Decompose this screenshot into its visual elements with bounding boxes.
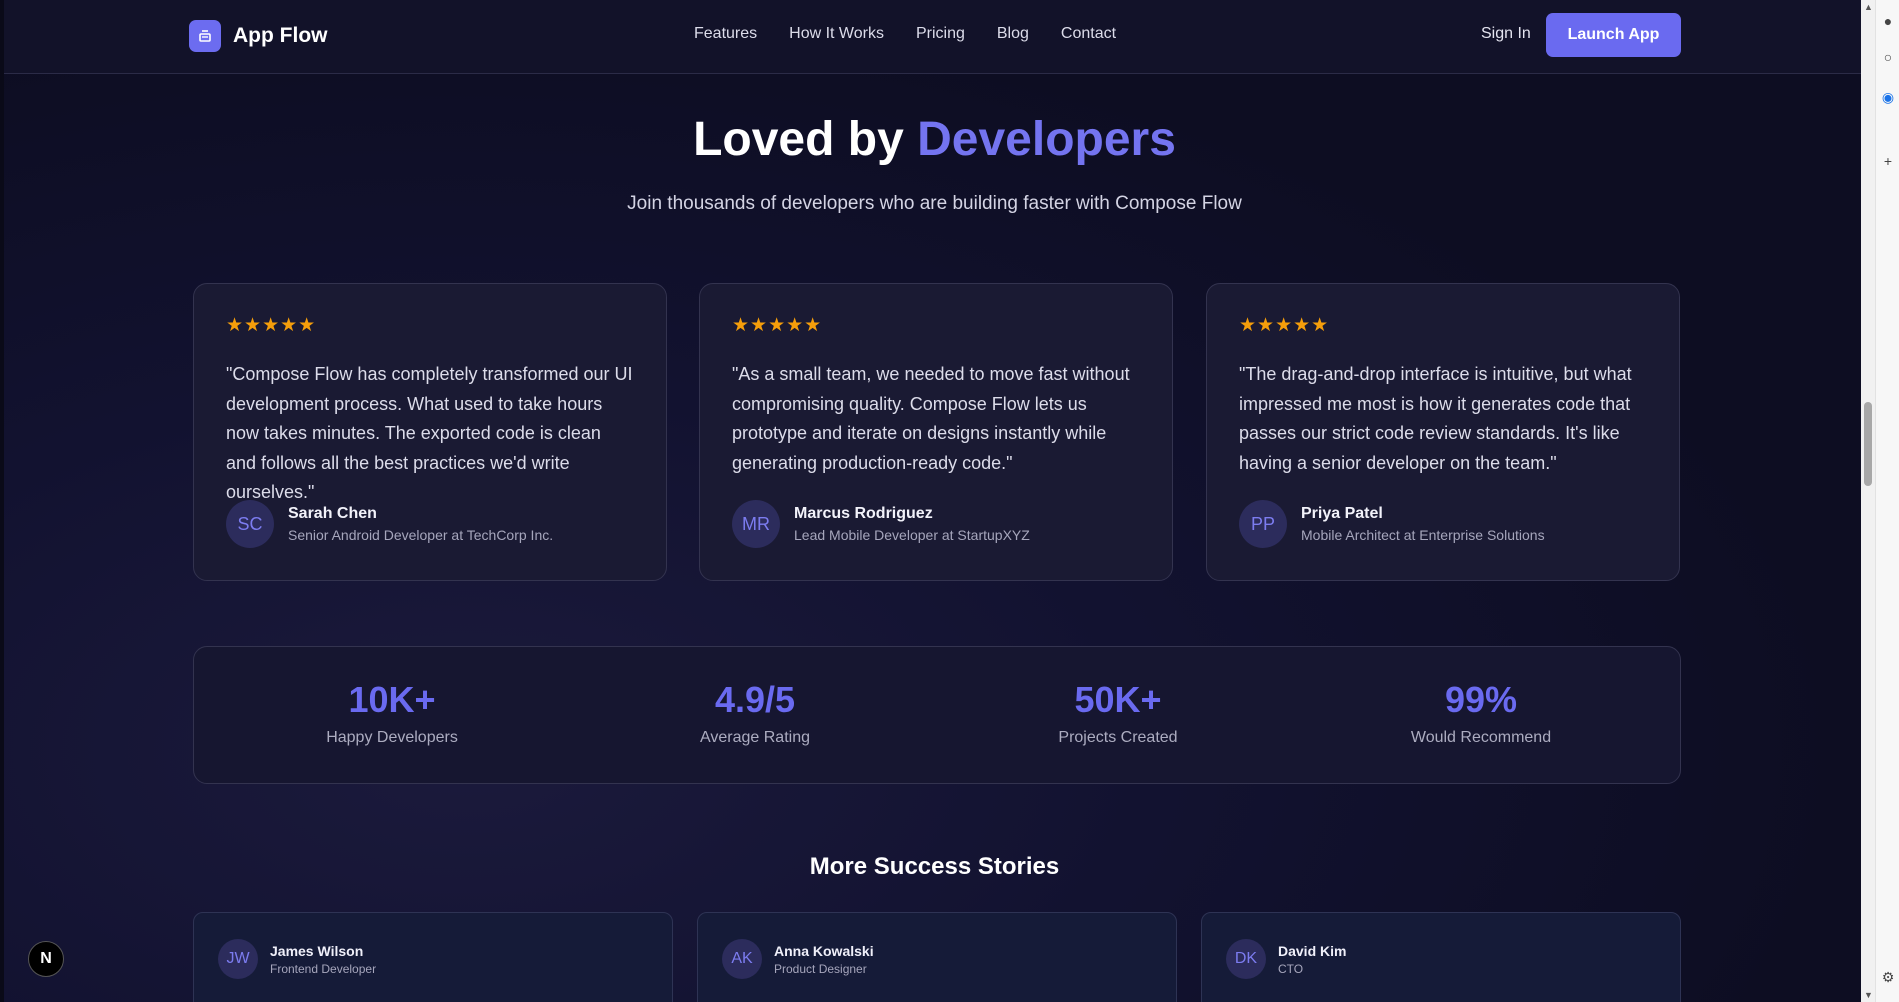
profile-icon[interactable]: ● — [1879, 12, 1897, 30]
story-author-name: James Wilson — [270, 942, 364, 959]
story-author-role: Frontend Developer — [270, 961, 377, 976]
author-name: Marcus Rodriguez — [794, 505, 933, 522]
scrollbar-thumb[interactable] — [1864, 402, 1872, 486]
story-author-name: David Kim — [1278, 942, 1347, 959]
app-logo-icon — [189, 20, 221, 52]
settings-icon[interactable]: ⚙ — [1879, 968, 1897, 986]
brand-logo[interactable]: App Flow — [189, 20, 327, 52]
author-role: Lead Mobile Developer at StartupXYZ — [794, 527, 1030, 543]
stats-panel: 10K+ Happy Developers 4.9/5 Average Rati… — [193, 646, 1681, 784]
stat-label: Would Recommend — [1410, 729, 1552, 746]
stat-value: 4.9/5 — [714, 679, 796, 720]
avatar: SC — [226, 500, 274, 548]
section-title-prefix: Loved by — [693, 113, 904, 166]
nav-link-how-it-works[interactable]: How It Works — [789, 25, 884, 43]
avatar: DK — [1226, 939, 1266, 979]
nav-link-blog[interactable]: Blog — [997, 25, 1029, 43]
nav-link-contact[interactable]: Contact — [1061, 25, 1116, 43]
section-title-accent: Developers — [917, 113, 1176, 166]
story-author: DK David Kim CTO — [1226, 939, 1656, 979]
rating-stars-icon: ★★★★★ — [1239, 315, 1330, 336]
scroll-down-arrow-icon[interactable]: ▼ — [1864, 991, 1873, 1000]
testimonial-quote: "The drag-and-drop interface is intuitiv… — [1239, 364, 1632, 473]
story-card[interactable]: DK David Kim CTO — [1201, 912, 1681, 1002]
nav-link-features[interactable]: Features — [694, 25, 757, 43]
brand-name: App Flow — [233, 24, 328, 47]
testimonial-card: ★★★★★ "Compose Flow has completely trans… — [193, 283, 667, 581]
author-name: Priya Patel — [1301, 505, 1383, 522]
stat-label: Average Rating — [700, 729, 810, 746]
stat-projects-created: 50K+ Projects Created — [968, 679, 1268, 747]
testimonial-author: PP Priya Patel Mobile Architect at Enter… — [1239, 500, 1545, 548]
story-author: AK Anna Kowalski Product Designer — [722, 939, 1152, 979]
stat-happy-developers: 10K+ Happy Developers — [242, 679, 542, 747]
top-nav: App Flow Features How It Works Pricing B… — [4, 0, 1861, 74]
stat-label: Projects Created — [1058, 729, 1178, 746]
launch-app-button[interactable]: Launch App — [1546, 13, 1681, 57]
stat-label: Happy Developers — [326, 729, 458, 746]
testimonial-quote: "As a small team, we needed to move fast… — [732, 364, 1130, 473]
avatar: JW — [218, 939, 258, 979]
section-subtitle: Join thousands of developers who are bui… — [627, 193, 1242, 214]
author-name: Sarah Chen — [288, 505, 377, 522]
story-card[interactable]: JW James Wilson Frontend Developer — [193, 912, 673, 1002]
avatar: MR — [732, 500, 780, 548]
nav-links: Features How It Works Pricing Blog Conta… — [694, 25, 1148, 43]
stat-value: 99% — [1444, 679, 1518, 720]
stat-would-recommend: 99% Would Recommend — [1331, 679, 1631, 747]
story-card[interactable]: AK Anna Kowalski Product Designer — [697, 912, 1177, 1002]
page-scrollbar[interactable]: ▲ ▼ — [1861, 0, 1875, 1002]
rating-stars-icon: ★★★★★ — [732, 315, 823, 336]
story-author-name: Anna Kowalski — [774, 942, 874, 959]
story-author: JW James Wilson Frontend Developer — [218, 939, 648, 979]
nextjs-badge-icon[interactable]: N — [28, 941, 64, 977]
avatar: PP — [1239, 500, 1287, 548]
page: App Flow Features How It Works Pricing B… — [0, 0, 1861, 1002]
rating-stars-icon: ★★★★★ — [226, 315, 317, 336]
stat-average-rating: 4.9/5 Average Rating — [605, 679, 905, 747]
add-icon[interactable]: + — [1879, 152, 1897, 170]
stat-value: 10K+ — [348, 679, 436, 720]
testimonial-author: MR Marcus Rodriguez Lead Mobile Develope… — [732, 500, 1030, 548]
testimonial-quote: "Compose Flow has completely transformed… — [226, 364, 633, 502]
more-stories-title: More Success Stories — [809, 853, 1060, 880]
sign-in-link[interactable]: Sign In — [1481, 25, 1531, 43]
testimonial-card: ★★★★★ "As a small team, we needed to mov… — [699, 283, 1173, 581]
search-icon[interactable]: ○ — [1879, 48, 1897, 66]
testimonial-author: SC Sarah Chen Senior Android Developer a… — [226, 500, 553, 548]
avatar: AK — [722, 939, 762, 979]
testimonial-card: ★★★★★ "The drag-and-drop interface is in… — [1206, 283, 1680, 581]
scroll-up-arrow-icon[interactable]: ▲ — [1864, 3, 1873, 12]
stat-value: 50K+ — [1074, 679, 1162, 720]
extension-icon[interactable]: ◉ — [1879, 88, 1897, 106]
author-role: Mobile Architect at Enterprise Solutions — [1301, 527, 1545, 543]
author-role: Senior Android Developer at TechCorp Inc… — [288, 527, 554, 543]
story-author-role: Product Designer — [774, 961, 867, 976]
nav-link-pricing[interactable]: Pricing — [916, 25, 965, 43]
story-author-role: CTO — [1278, 961, 1304, 976]
browser-side-panel: ● ○ ◉ + ⚙ — [1875, 0, 1899, 1002]
section-title: Loved by Developers — [4, 112, 1861, 167]
